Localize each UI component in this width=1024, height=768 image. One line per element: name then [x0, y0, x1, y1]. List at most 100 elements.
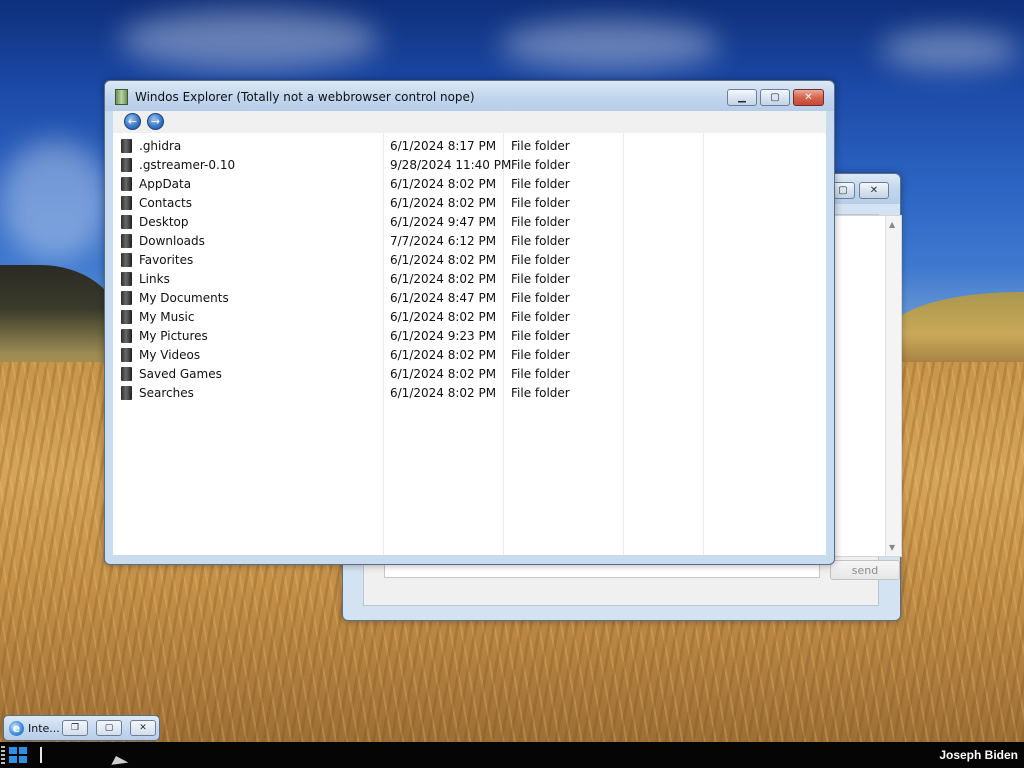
file-type: File folder: [511, 215, 570, 229]
file-list-row[interactable]: Favorites 6/1/2024 8:02 PM File folder: [113, 251, 826, 270]
file-date-modified: 6/1/2024 8:02 PM: [390, 196, 497, 210]
windows-logo-icon: [19, 747, 27, 754]
file-type: File folder: [511, 367, 570, 381]
maximize-icon: ▢: [104, 723, 114, 733]
file-list-row[interactable]: .gstreamer-0.10 9/28/2024 11:40 PM File fo…: [113, 156, 826, 175]
file-date-modified: 9/28/2024 11:40 PM: [390, 158, 512, 172]
chat-close-button[interactable]: ✕: [859, 182, 889, 199]
file-date-modified: 6/1/2024 8:02 PM: [390, 386, 497, 400]
file-list-row[interactable]: .ghidra 6/1/2024 8:17 PM File folder: [113, 137, 826, 156]
file-name: AppData: [139, 177, 192, 191]
taskbar-separator: [40, 747, 42, 763]
folder-icon: [121, 329, 132, 343]
folder-icon: [121, 367, 132, 381]
wallpaper-cloud: [880, 30, 1020, 70]
file-date-modified: 6/1/2024 8:02 PM: [390, 367, 497, 381]
folder-icon: [121, 310, 132, 324]
forward-button[interactable]: →: [147, 113, 164, 130]
maximize-button[interactable]: ▢: [760, 89, 790, 106]
folder-icon: [121, 253, 132, 267]
file-date-modified: 6/1/2024 8:47 PM: [390, 291, 497, 305]
file-name: Saved Games: [139, 367, 222, 381]
minimized-window[interactable]: e Inte... ❐ ▢ ✕: [3, 715, 160, 741]
file-name: Desktop: [139, 215, 189, 229]
file-date-modified: 6/1/2024 8:02 PM: [390, 348, 497, 362]
restore-button[interactable]: ❐: [62, 720, 88, 736]
close-button[interactable]: ✕: [130, 720, 156, 736]
file-name: Downloads: [139, 234, 205, 248]
file-list-row[interactable]: My Documents 6/1/2024 8:47 PM File folder: [113, 289, 826, 308]
start-button[interactable]: [9, 747, 27, 763]
file-date-modified: 6/1/2024 8:02 PM: [390, 177, 497, 191]
restore-icon: ❐: [70, 723, 80, 733]
internet-explorer-icon: e: [9, 721, 24, 736]
file-type: File folder: [511, 329, 570, 343]
scroll-up-icon[interactable]: ▲: [889, 220, 895, 229]
maximize-icon: ▢: [770, 92, 780, 103]
file-name: Searches: [139, 386, 194, 400]
wallpaper-cloud: [120, 10, 380, 70]
taskbar: Joseph Biden: [0, 742, 1024, 768]
file-type: File folder: [511, 253, 570, 267]
file-date-modified: 6/1/2024 8:02 PM: [390, 253, 497, 267]
minimized-window-title: Inte...: [28, 722, 60, 735]
close-icon: ✕: [869, 185, 879, 196]
file-type: File folder: [511, 310, 570, 324]
wallpaper-cloud: [500, 20, 720, 70]
file-list-row[interactable]: My Music 6/1/2024 8:02 PM File folder: [113, 308, 826, 327]
file-date-modified: 6/1/2024 9:23 PM: [390, 329, 497, 343]
file-date-modified: 6/1/2024 8:17 PM: [390, 139, 497, 153]
file-name: .ghidra: [139, 139, 182, 153]
file-list-row[interactable]: Contacts 6/1/2024 8:02 PM File folder: [113, 194, 826, 213]
taskbar-grip[interactable]: [1, 746, 5, 764]
windows-logo-icon: [19, 756, 27, 763]
file-list-row[interactable]: AppData 6/1/2024 8:02 PM File folder: [113, 175, 826, 194]
maximize-icon: ▢: [838, 185, 848, 196]
wallpaper-hill: [0, 265, 120, 375]
file-list-row[interactable]: Searches 6/1/2024 8:02 PM File folder: [113, 384, 826, 403]
file-name: My Music: [139, 310, 195, 324]
file-list[interactable]: .ghidra 6/1/2024 8:17 PM File folder .gstre…: [113, 133, 826, 555]
file-name: My Documents: [139, 291, 229, 305]
file-date-modified: 6/1/2024 8:02 PM: [390, 272, 497, 286]
file-list-row[interactable]: Saved Games 6/1/2024 8:02 PM File folder: [113, 365, 826, 384]
scroll-down-icon[interactable]: ▼: [889, 543, 895, 552]
maximize-button[interactable]: ▢: [96, 720, 122, 736]
chat-scrollbar[interactable]: ▲ ▼: [885, 216, 901, 556]
file-type: File folder: [511, 139, 570, 153]
folder-icon: [121, 272, 132, 286]
file-name: My Pictures: [139, 329, 208, 343]
file-list-row[interactable]: Links 6/1/2024 8:02 PM File folder: [113, 270, 826, 289]
folder-icon: [121, 139, 132, 153]
folder-icon: [121, 158, 132, 172]
folder-icon: [121, 234, 132, 248]
file-list-row[interactable]: Desktop 6/1/2024 9:47 PM File folder: [113, 213, 826, 232]
forward-arrow-icon: →: [150, 115, 161, 128]
file-list-row[interactable]: My Pictures 6/1/2024 9:23 PM File folder: [113, 327, 826, 346]
user-name: Joseph Biden: [939, 748, 1018, 762]
file-list-row[interactable]: My Videos 6/1/2024 8:02 PM File folder: [113, 346, 826, 365]
minimize-button[interactable]: ▁: [727, 89, 757, 106]
file-type: File folder: [511, 291, 570, 305]
file-list-row[interactable]: Downloads 7/7/2024 6:12 PM File folder: [113, 232, 826, 251]
back-button[interactable]: ←: [124, 113, 141, 130]
explorer-titlebar[interactable]: Windos Explorer (Totally not a webbrowse…: [105, 81, 834, 111]
wallpaper-cloud: [0, 140, 110, 260]
send-button[interactable]: send: [830, 560, 900, 580]
folder-icon: [121, 291, 132, 305]
minimize-icon: ▁: [738, 92, 746, 103]
wallpaper-hill: [890, 292, 1024, 362]
explorer-window[interactable]: Windos Explorer (Totally not a webbrowse…: [104, 80, 835, 565]
file-name: .gstreamer-0.10: [139, 158, 236, 172]
file-type: File folder: [511, 158, 570, 172]
windows-logo-icon: [9, 756, 17, 763]
navigation-toolbar: ← →: [113, 111, 826, 133]
close-button[interactable]: ✕: [793, 89, 824, 106]
windows-logo-icon: [9, 747, 17, 754]
file-date-modified: 7/7/2024 6:12 PM: [390, 234, 497, 248]
file-type: File folder: [511, 348, 570, 362]
folder-icon: [121, 215, 132, 229]
file-type: File folder: [511, 196, 570, 210]
file-date-modified: 6/1/2024 9:47 PM: [390, 215, 497, 229]
file-type: File folder: [511, 272, 570, 286]
